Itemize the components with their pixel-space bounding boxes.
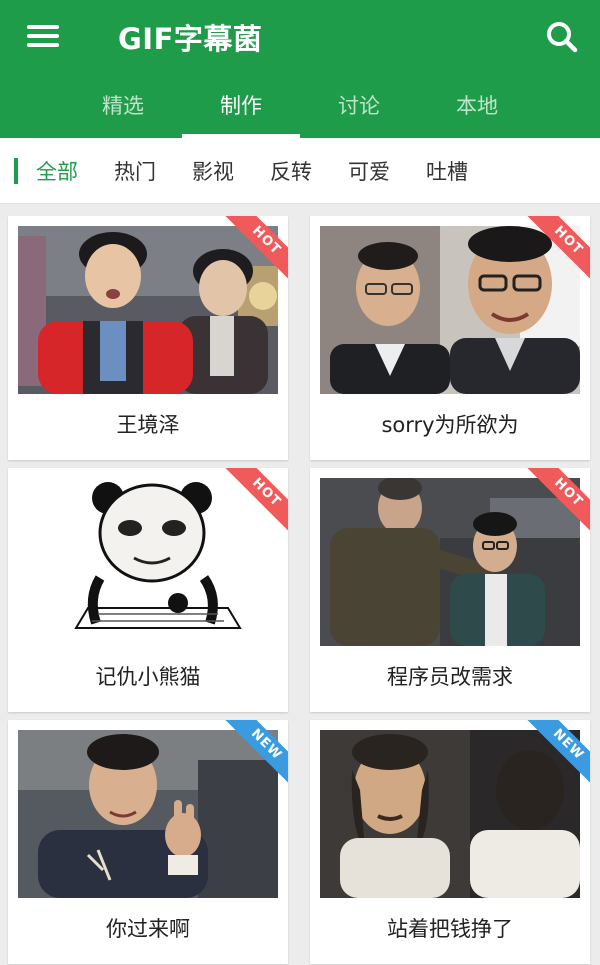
filter-hot[interactable]: 热门: [114, 156, 156, 186]
badge-ribbon: HOT: [520, 216, 590, 286]
gif-card[interactable]: 记仇小熊猫 HOT: [8, 468, 288, 712]
gif-card[interactable]: 程序员改需求 HOT: [310, 468, 590, 712]
gif-caption: 王境泽: [116, 413, 180, 437]
hot-badge: HOT: [222, 216, 288, 285]
app-title: GIF字幕菌: [118, 22, 263, 56]
gif-card[interactable]: 站着把钱挣了 NEW: [310, 720, 590, 964]
badge-ribbon: HOT: [520, 468, 590, 538]
filter-all[interactable]: 全部: [36, 156, 78, 186]
tab-local[interactable]: 本地: [418, 80, 536, 138]
filter-movies[interactable]: 影视: [192, 156, 234, 186]
tab-create[interactable]: 制作: [182, 80, 300, 138]
badge-ribbon: HOT: [218, 216, 288, 286]
filter-cute[interactable]: 可爱: [348, 156, 390, 186]
hot-badge: HOT: [524, 468, 590, 537]
filter-twist[interactable]: 反转: [270, 156, 312, 186]
gif-card[interactable]: 王境泽 HOT: [8, 216, 288, 460]
tab-discuss[interactable]: 讨论: [300, 80, 418, 138]
tab-bar: 精选 制作 讨论 本地: [0, 80, 600, 138]
gif-caption: 记仇小熊猫: [95, 665, 201, 689]
menu-icon[interactable]: [24, 20, 64, 52]
app-bar: GIF字幕菌 精选 制作 讨论 本地: [0, 0, 600, 138]
search-icon[interactable]: [542, 17, 582, 57]
new-badge: NEW: [524, 720, 590, 789]
gif-caption: sorry为所欲为: [381, 413, 519, 437]
filter-roast[interactable]: 吐槽: [426, 156, 468, 186]
hot-badge: HOT: [524, 216, 590, 285]
gif-card[interactable]: sorry为所欲为 HOT: [310, 216, 590, 460]
gif-grid: 王境泽 HOT sorry为所欲为 HOT 记仇小熊猫 HOT 程序员改需求 H…: [0, 204, 600, 965]
badge-ribbon: NEW: [520, 720, 590, 790]
tab-featured[interactable]: 精选: [64, 80, 182, 138]
gif-caption: 站着把钱挣了: [387, 917, 513, 941]
badge-ribbon: HOT: [218, 468, 288, 538]
gif-card[interactable]: 你过来啊 NEW: [8, 720, 288, 964]
gif-caption: 程序员改需求: [387, 665, 513, 689]
new-badge: NEW: [222, 720, 288, 789]
gif-caption: 你过来啊: [106, 917, 190, 941]
hot-badge: HOT: [222, 468, 288, 537]
badge-ribbon: NEW: [218, 720, 288, 790]
filter-bar: 全部 热门 影视 反转 可爱 吐槽: [0, 138, 600, 204]
active-filter-indicator: [14, 157, 18, 184]
